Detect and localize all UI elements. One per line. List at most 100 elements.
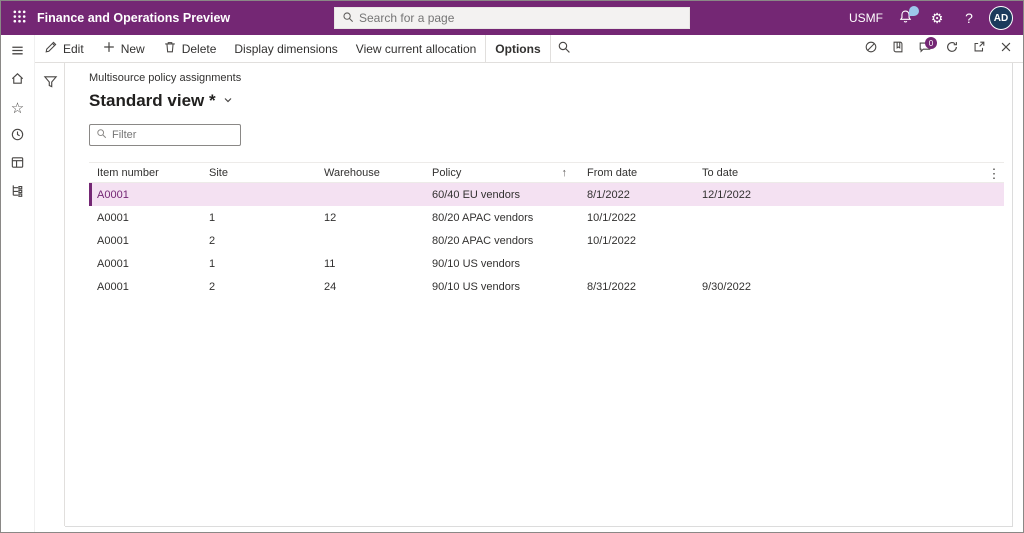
grid-row[interactable]: A0001 2 24 90/10 US vendors 8/31/2022 9/… xyxy=(89,275,1004,298)
cell-item-number[interactable]: A0001 xyxy=(89,281,201,293)
nav-workspaces-button[interactable] xyxy=(3,152,33,176)
grid-row[interactable]: A0001 1 12 80/20 APAC vendors 10/1/2022 xyxy=(89,206,1004,229)
cell-item-number[interactable]: A0001 xyxy=(89,212,201,224)
grid-row[interactable]: A0001 1 11 90/10 US vendors xyxy=(89,252,1004,275)
search-icon xyxy=(557,40,571,57)
filter-pane-strip xyxy=(35,63,65,526)
topbar: Finance and Operations Preview USMF ⚙ ? xyxy=(1,1,1023,35)
open-in-new-window-button[interactable] xyxy=(965,35,992,62)
cell-policy[interactable]: 80/20 APAC vendors xyxy=(424,212,579,224)
popout-icon xyxy=(972,40,986,57)
delete-label: Delete xyxy=(181,41,217,56)
gear-icon: ⚙ xyxy=(930,10,944,26)
cell-policy[interactable]: 90/10 US vendors xyxy=(424,281,579,293)
app-window: Finance and Operations Preview USMF ⚙ ? xyxy=(0,0,1024,533)
column-header-warehouse[interactable]: Warehouse xyxy=(316,167,424,179)
cell-item-number[interactable]: A0001 xyxy=(89,189,201,201)
trash-icon xyxy=(163,40,177,57)
search-icon xyxy=(96,128,107,142)
task-guide-button[interactable] xyxy=(884,35,911,62)
book-icon xyxy=(891,40,905,57)
column-header-to-date[interactable]: To date xyxy=(694,167,1004,179)
policy-header-label: Policy xyxy=(432,166,462,179)
cell-warehouse[interactable]: 24 xyxy=(316,281,424,293)
grid-card: Multisource policy assignments Standard … xyxy=(65,63,1013,527)
search-icon xyxy=(342,11,354,26)
cell-warehouse[interactable]: 11 xyxy=(316,258,424,270)
refresh-icon xyxy=(945,40,959,57)
help-button[interactable]: ? xyxy=(953,1,985,35)
refresh-button[interactable] xyxy=(938,35,965,62)
view-current-allocation-button[interactable]: View current allocation xyxy=(347,35,486,62)
waffle-icon xyxy=(12,9,27,27)
open-filter-pane-button[interactable] xyxy=(35,68,65,98)
chevron-down-icon xyxy=(222,94,234,109)
cell-to-date[interactable]: 9/30/2022 xyxy=(694,281,1004,293)
display-dimensions-button[interactable]: Display dimensions xyxy=(225,35,346,62)
cell-from-date[interactable]: 8/31/2022 xyxy=(579,281,694,293)
notifications-button[interactable] xyxy=(889,1,921,35)
funnel-icon xyxy=(43,74,58,92)
cell-item-number[interactable]: A0001 xyxy=(89,235,201,247)
nav-modules-button[interactable] xyxy=(3,180,33,204)
nav-home-button[interactable] xyxy=(3,68,33,92)
nav-recent-button[interactable] xyxy=(3,124,33,148)
action-search-button[interactable] xyxy=(551,35,578,62)
notification-badge xyxy=(909,6,919,16)
cell-site[interactable]: 2 xyxy=(201,235,316,247)
column-header-item-number[interactable]: Item number xyxy=(89,167,201,179)
grid-filter-input[interactable] xyxy=(112,129,234,141)
company-picker[interactable]: USMF xyxy=(843,1,889,35)
view-switcher[interactable]: Standard view * xyxy=(89,91,1004,111)
cell-policy[interactable]: 60/40 EU vendors xyxy=(424,189,579,201)
cell-item-number[interactable]: A0001 xyxy=(89,258,201,270)
close-button[interactable] xyxy=(992,35,1019,62)
edit-button[interactable]: Edit xyxy=(35,35,93,62)
display-dimensions-label: Display dimensions xyxy=(234,41,338,56)
cell-policy[interactable]: 90/10 US vendors xyxy=(424,258,579,270)
account-button[interactable]: AD xyxy=(985,1,1017,35)
nav-rail: ☆ xyxy=(1,35,35,532)
column-header-from-date[interactable]: From date xyxy=(579,167,694,179)
global-search-box[interactable] xyxy=(334,7,690,29)
block-icon xyxy=(864,40,878,57)
grid-body: A0001 60/40 EU vendors 8/1/2022 12/1/202… xyxy=(89,183,1004,298)
cell-policy[interactable]: 80/20 APAC vendors xyxy=(424,235,579,247)
messages-button[interactable]: 0 xyxy=(911,35,938,62)
action-pane-left: Edit New Delete Display dimensions View … xyxy=(35,35,578,62)
column-header-site[interactable]: Site xyxy=(201,167,316,179)
edit-label: Edit xyxy=(63,41,84,56)
grid-row[interactable]: A0001 60/40 EU vendors 8/1/2022 12/1/202… xyxy=(89,183,1004,206)
cell-site[interactable]: 2 xyxy=(201,281,316,293)
grid-options-button[interactable]: ⋮ xyxy=(986,163,1002,184)
close-icon xyxy=(999,40,1013,57)
clock-icon xyxy=(10,127,25,145)
app-title: Finance and Operations Preview xyxy=(37,11,231,25)
column-header-policy[interactable]: Policy ↑ xyxy=(424,167,579,179)
ellipsis-vertical-icon: ⋮ xyxy=(987,165,1001,181)
cell-from-date[interactable]: 8/1/2022 xyxy=(579,189,694,201)
block-button[interactable] xyxy=(857,35,884,62)
new-button[interactable]: New xyxy=(93,35,154,62)
grid-row[interactable]: A0001 2 80/20 APAC vendors 10/1/2022 xyxy=(89,229,1004,252)
question-icon: ? xyxy=(965,10,973,26)
cell-warehouse[interactable]: 12 xyxy=(316,212,424,224)
cell-site[interactable]: 1 xyxy=(201,212,316,224)
hamburger-icon xyxy=(10,43,25,61)
grid-filter-box[interactable] xyxy=(89,124,241,146)
global-search-input[interactable] xyxy=(359,11,682,25)
options-tab[interactable]: Options xyxy=(485,35,551,62)
options-label: Options xyxy=(495,41,541,56)
expand-navigation-button[interactable] xyxy=(3,40,33,64)
cell-from-date[interactable]: 10/1/2022 xyxy=(579,212,694,224)
nav-favorites-button[interactable]: ☆ xyxy=(3,96,33,120)
delete-button[interactable]: Delete xyxy=(154,35,226,62)
sort-ascending-icon: ↑ xyxy=(561,166,568,179)
app-launcher-button[interactable] xyxy=(1,1,37,35)
action-pane: Edit New Delete Display dimensions View … xyxy=(35,35,1023,63)
settings-button[interactable]: ⚙ xyxy=(921,1,953,35)
cell-site[interactable]: 1 xyxy=(201,258,316,270)
cell-from-date[interactable]: 10/1/2022 xyxy=(579,235,694,247)
page-content: Multisource policy assignments Standard … xyxy=(35,63,1023,532)
cell-to-date[interactable]: 12/1/2022 xyxy=(694,189,1004,201)
